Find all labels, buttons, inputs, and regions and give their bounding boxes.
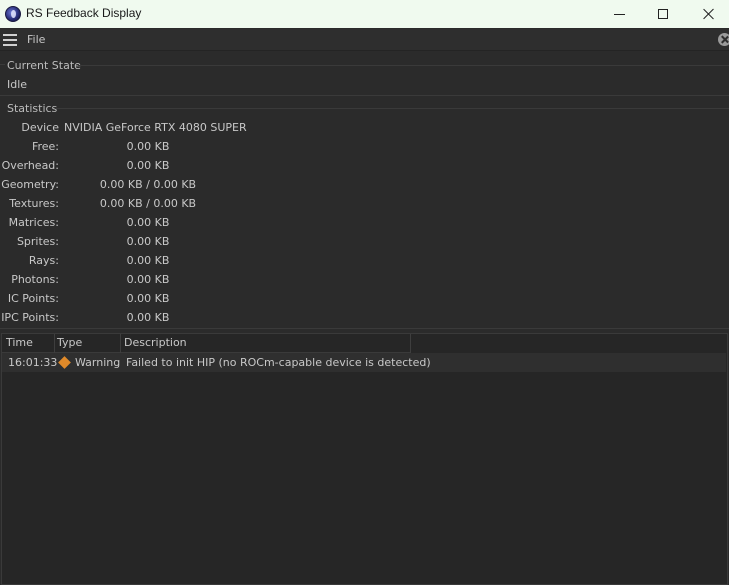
device-value: NVIDIA GeForce RTX 4080 SUPER (64, 121, 247, 134)
column-header-type[interactable]: Type (57, 336, 82, 349)
stat-row: Photons: 0.00 KB (0, 273, 300, 292)
stat-row: Geometry: 0.00 KB / 0.00 KB (0, 178, 300, 197)
stat-value: 0.00 KB (126, 273, 170, 286)
section-divider (0, 64, 5, 65)
stat-value: 0.00 KB (126, 235, 170, 248)
section-divider (55, 108, 729, 109)
column-separator[interactable] (54, 334, 55, 353)
stat-value: 0.00 KB / 0.00 KB (99, 197, 197, 210)
stat-row: Rays: 0.00 KB (0, 254, 300, 273)
stat-value: 0.00 KB (126, 216, 170, 229)
close-icon (703, 8, 715, 20)
minimize-button[interactable] (596, 0, 642, 28)
stat-value: 0.00 KB / 0.00 KB (99, 178, 197, 191)
current-state-heading: Current State (7, 59, 81, 72)
column-header-time[interactable]: Time (6, 336, 33, 349)
log-time: 16:01:33 (8, 356, 58, 369)
stat-value: 0.00 KB (126, 311, 170, 324)
column-separator[interactable] (410, 334, 411, 353)
stat-row: IC Points: 0.00 KB (0, 292, 300, 311)
log-description: Failed to init HIP (no ROCm-capable devi… (126, 356, 431, 369)
close-button[interactable] (686, 0, 729, 28)
log-type: Warning (75, 356, 121, 369)
stat-value: 0.00 KB (126, 292, 170, 305)
close-circle-icon[interactable] (718, 33, 729, 46)
stat-row: Textures: 0.00 KB / 0.00 KB (0, 197, 300, 216)
stat-row: Free: 0.00 KB (0, 140, 300, 159)
hamburger-icon[interactable] (3, 34, 17, 46)
stat-value: 0.00 KB (126, 140, 170, 153)
statistics-heading: Statistics (7, 102, 58, 115)
stat-row: Overhead: 0.00 KB (0, 159, 300, 178)
window-title: RS Feedback Display (26, 6, 142, 20)
section-divider (78, 65, 729, 66)
section-divider (0, 328, 729, 329)
warning-diamond-icon (58, 356, 71, 369)
stat-row-device: Device NVIDIA GeForce RTX 4080 SUPER (0, 121, 300, 140)
log-table: Time Type Description 16:01:33 Warning F… (1, 333, 728, 585)
section-divider (0, 95, 729, 96)
stat-row: Matrices: 0.00 KB (0, 216, 300, 235)
column-separator[interactable] (120, 334, 121, 353)
maximize-button[interactable] (640, 0, 686, 28)
current-state-value: Idle (7, 78, 28, 91)
menu-file[interactable]: File (27, 33, 45, 46)
device-label: Device (21, 121, 59, 134)
menu-bar: File (0, 29, 729, 51)
stat-value: 0.00 KB (126, 254, 170, 267)
stat-row: Sprites: 0.00 KB (0, 235, 300, 254)
column-header-description[interactable]: Description (124, 336, 187, 349)
cinema4d-icon (5, 6, 21, 22)
title-bar: RS Feedback Display (0, 0, 729, 28)
log-table-header: Time Type Description (2, 334, 411, 353)
minimize-icon (613, 13, 625, 15)
stat-value: 0.00 KB (126, 159, 170, 172)
maximize-icon (658, 9, 668, 19)
log-row[interactable]: 16:01:33 Warning Failed to init HIP (no … (2, 353, 726, 372)
